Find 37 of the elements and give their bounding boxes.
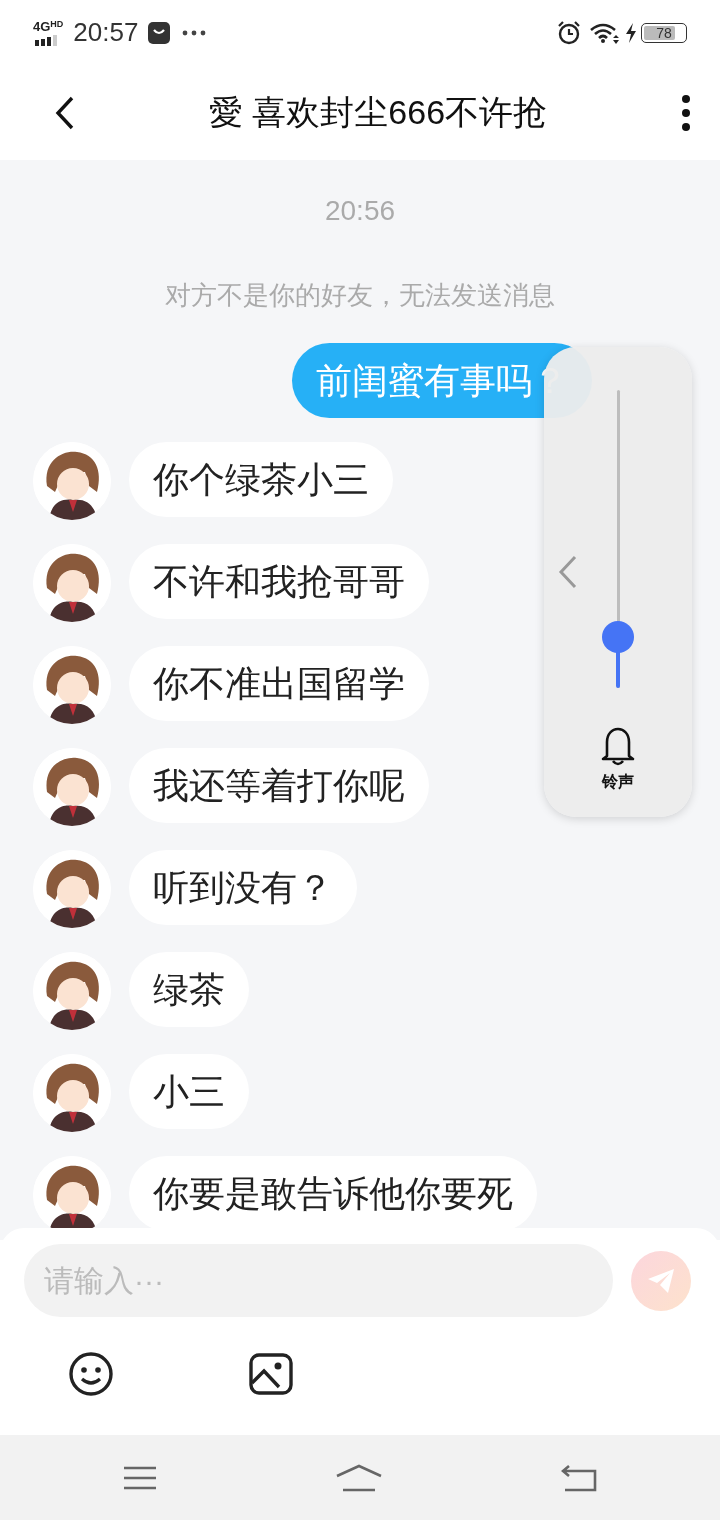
received-message: 不许和我抢哥哥 xyxy=(129,544,429,619)
image-button[interactable] xyxy=(249,1352,293,1396)
more-notifications-icon xyxy=(182,29,207,36)
wifi-icon xyxy=(589,21,621,44)
received-message: 你要是敢告诉他你要死 xyxy=(129,1156,537,1231)
alarm-icon xyxy=(557,20,581,45)
chevron-left-icon xyxy=(558,555,578,589)
slider-thumb[interactable] xyxy=(602,621,634,654)
volume-slider[interactable] xyxy=(602,390,634,688)
timestamp: 20:56 xyxy=(324,194,396,228)
battery-level: 78 xyxy=(655,23,673,42)
volume-label: 铃声 xyxy=(602,772,634,792)
network-label: 4G xyxy=(33,19,51,33)
return-icon xyxy=(561,1463,597,1492)
emoji-button[interactable] xyxy=(68,1351,114,1397)
home-icon xyxy=(335,1463,383,1492)
received-message: 你个绿茶小三 xyxy=(129,442,393,517)
received-message: 绿茶 xyxy=(129,952,249,1027)
menu-icon xyxy=(123,1465,157,1490)
system-notice: 对方不是你的好友，无法发送消息 xyxy=(165,279,555,312)
clock: 20:57 xyxy=(73,16,139,49)
image-icon xyxy=(249,1353,293,1395)
received-message: 我还等着打你呢 xyxy=(129,748,429,823)
home-button[interactable] xyxy=(334,1462,384,1493)
more-icon xyxy=(682,94,690,131)
bell-icon xyxy=(601,726,635,766)
back-nav-button[interactable] xyxy=(560,1462,598,1493)
back-icon xyxy=(55,95,75,130)
signal-icon xyxy=(33,34,59,46)
hd-label: HD xyxy=(50,19,64,29)
emoji-icon xyxy=(68,1351,114,1397)
received-message: 听到没有？ xyxy=(129,850,357,925)
chat-title: 愛 喜欢封尘666不许抢 xyxy=(208,92,548,133)
received-message: 你不准出国留学 xyxy=(129,646,429,721)
shopping-bag-icon xyxy=(148,21,171,44)
send-icon xyxy=(646,1266,676,1295)
received-message: 小三 xyxy=(129,1054,249,1129)
